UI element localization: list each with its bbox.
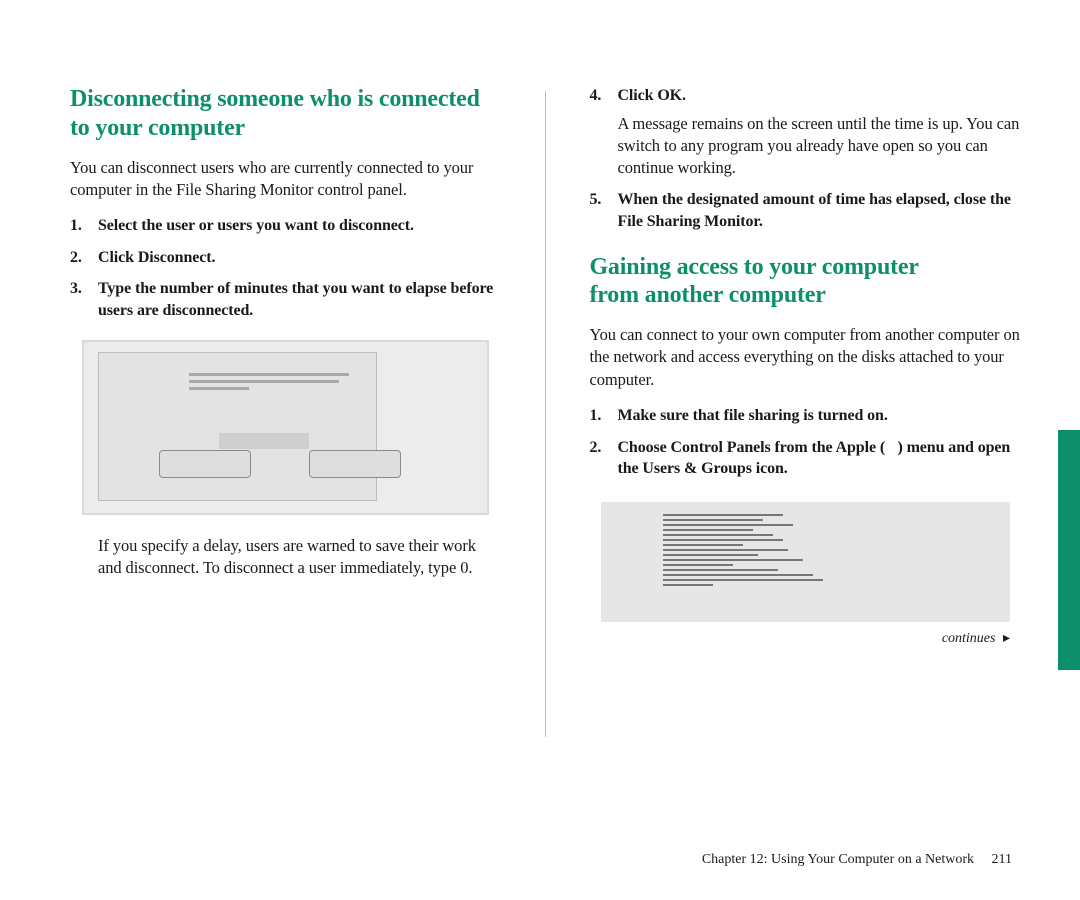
- step-text-pre: Choose Control Panels from the Apple (: [617, 439, 885, 456]
- step-item: Type the number of minutes that you want…: [70, 278, 501, 321]
- step-item: Choose Control Panels from the Apple ()…: [589, 437, 1020, 480]
- page-number: 211: [992, 852, 1012, 867]
- step-item: Click Disconnect.: [70, 247, 501, 269]
- steps-list-right-top: Click OK. A message remains on the scree…: [589, 85, 1020, 233]
- step-item: Click OK. A message remains on the scree…: [589, 85, 1020, 179]
- continues-arrow-icon: ▸: [1003, 630, 1010, 647]
- chapter-title: Chapter 12: Using Your Computer on a Net…: [702, 852, 974, 867]
- figure-dialog-disconnect: [82, 340, 489, 515]
- section-heading-disconnecting: Disconnecting someone who is connected t…: [70, 85, 501, 143]
- figure-button: [159, 450, 251, 478]
- continues-indicator: continues ▸: [589, 630, 1010, 647]
- page-footer: Chapter 12: Using Your Computer on a Net…: [702, 852, 1012, 868]
- step-label: Click OK.: [617, 87, 685, 104]
- step-item: Select the user or users you want to dis…: [70, 215, 501, 237]
- step-item: Make sure that file sharing is turned on…: [589, 405, 1020, 427]
- continues-text: continues: [942, 631, 996, 646]
- steps-list-right-bottom: Make sure that file sharing is turned on…: [589, 405, 1020, 480]
- step-item: When the designated amount of time has e…: [589, 189, 1020, 232]
- step-body: A message remains on the screen until th…: [617, 113, 1020, 180]
- paragraph-after-figure: If you specify a delay, users are warned…: [98, 535, 501, 580]
- apple-icon: : [885, 437, 897, 459]
- figure-users-groups: [601, 502, 1010, 622]
- steps-list-left: Select the user or users you want to dis…: [70, 215, 501, 321]
- column-divider: [545, 91, 546, 737]
- intro-paragraph-left: You can disconnect users who are current…: [70, 157, 501, 202]
- figure-button: [309, 450, 401, 478]
- intro-paragraph-right: You can connect to your own computer fro…: [589, 324, 1020, 391]
- chapter-tab: [1058, 430, 1080, 670]
- section-heading-gaining-access: Gaining access to your computer from ano…: [589, 253, 1020, 311]
